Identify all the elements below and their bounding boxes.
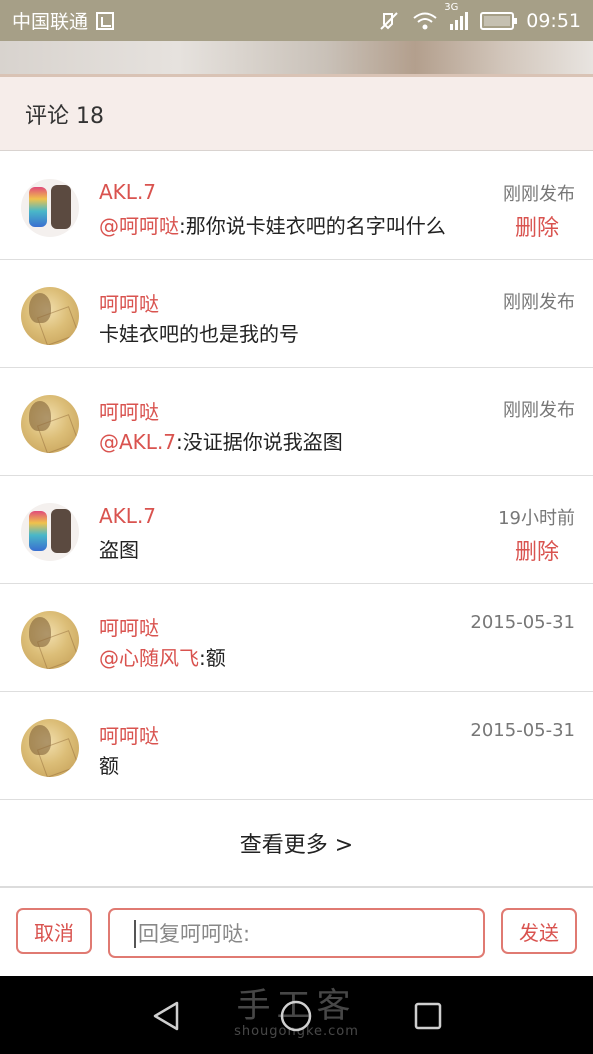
avatar[interactable] <box>21 719 79 777</box>
comment-body: 盗图 <box>99 538 139 562</box>
recent-apps-icon[interactable] <box>408 996 448 1036</box>
comment-mention[interactable]: @呵呵哒 <box>99 214 179 238</box>
navigation-bar: 手工客 shougongke.com <box>0 976 593 1054</box>
comment-item[interactable]: AKL.7 @呵呵哒:那你说卡娃衣吧的名字叫什么 刚刚发布 删除 <box>0 152 593 260</box>
comment-mention[interactable]: @心随风飞 <box>99 646 199 670</box>
comment-time: 刚刚发布 <box>503 292 575 313</box>
comment-username[interactable]: AKL.7 <box>99 180 156 204</box>
comment-username[interactable]: 呵呵哒 <box>99 612 159 641</box>
comment-time: 2015-05-31 <box>470 612 575 633</box>
comment-text: 卡娃衣吧的也是我的号 <box>99 318 299 347</box>
comment-username[interactable]: 呵呵哒 <box>99 288 159 317</box>
clock: 09:51 <box>526 9 581 32</box>
comments-count-title: 评论 18 <box>25 103 104 129</box>
comment-body: :没证据你说我盗图 <box>176 430 343 454</box>
banner-image <box>0 41 593 77</box>
comment-item[interactable]: 呵呵哒 @AKL.7:没证据你说我盗图 刚刚发布 <box>0 368 593 476</box>
comment-text: @AKL.7:没证据你说我盗图 <box>99 426 343 455</box>
reply-bar: 取消 回复呵呵哒: 发送 <box>0 890 593 976</box>
comment-item[interactable]: 呵呵哒 额 2015-05-31 <box>0 692 593 800</box>
comment-text: @心随风飞:额 <box>99 642 226 671</box>
back-icon[interactable] <box>146 996 186 1036</box>
reply-input[interactable]: 回复呵呵哒: <box>108 908 485 958</box>
carrier-name: 中国联通 <box>12 11 89 33</box>
comment-list: AKL.7 @呵呵哒:那你说卡娃衣吧的名字叫什么 刚刚发布 删除 呵呵哒 卡娃衣… <box>0 152 593 800</box>
comment-text: 额 <box>99 750 119 779</box>
delete-button[interactable]: 删除 <box>515 534 559 566</box>
delete-button[interactable]: 删除 <box>515 210 559 242</box>
comment-item[interactable]: AKL.7 盗图 19小时前 删除 <box>0 476 593 584</box>
comment-text: 盗图 <box>99 534 139 563</box>
status-bar: 中国联通 3G 09:51 <box>0 0 593 41</box>
comment-time: 刚刚发布 <box>503 184 575 205</box>
comment-text: @呵呵哒:那你说卡娃衣吧的名字叫什么 <box>99 210 446 239</box>
comment-mention[interactable]: @AKL.7 <box>99 430 176 454</box>
battery-icon <box>480 11 518 30</box>
comment-body: 额 <box>99 754 119 778</box>
comment-body: 卡娃衣吧的也是我的号 <box>99 322 299 346</box>
comment-body: :那你说卡娃衣吧的名字叫什么 <box>179 214 446 238</box>
comment-body: :额 <box>199 646 226 670</box>
comment-time: 19小时前 <box>498 508 575 529</box>
comment-item[interactable]: 呵呵哒 @心随风飞:额 2015-05-31 <box>0 584 593 692</box>
sim-icon <box>96 11 115 30</box>
reply-placeholder: 回复呵呵哒: <box>138 922 251 946</box>
text-cursor <box>134 920 136 948</box>
avatar[interactable] <box>21 287 79 345</box>
avatar[interactable] <box>21 611 79 669</box>
comments-header: 评论 18 <box>0 77 593 151</box>
mute-icon <box>380 11 398 30</box>
network-badge: 3G <box>444 1 459 13</box>
avatar[interactable] <box>21 503 79 561</box>
avatar[interactable] <box>21 395 79 453</box>
comment-username[interactable]: 呵呵哒 <box>99 396 159 425</box>
home-icon[interactable] <box>276 996 316 1036</box>
signal-icon: 3G <box>444 2 469 30</box>
send-button[interactable]: 发送 <box>501 908 577 954</box>
wifi-icon <box>413 12 437 29</box>
view-more-link[interactable]: 查看更多 > <box>0 800 593 888</box>
cancel-button[interactable]: 取消 <box>16 908 92 954</box>
comment-time: 刚刚发布 <box>503 400 575 421</box>
comment-item[interactable]: 呵呵哒 卡娃衣吧的也是我的号 刚刚发布 <box>0 260 593 368</box>
comment-username[interactable]: 呵呵哒 <box>99 720 159 749</box>
avatar[interactable] <box>21 179 79 237</box>
comment-username[interactable]: AKL.7 <box>99 504 156 528</box>
comment-time: 2015-05-31 <box>470 720 575 741</box>
